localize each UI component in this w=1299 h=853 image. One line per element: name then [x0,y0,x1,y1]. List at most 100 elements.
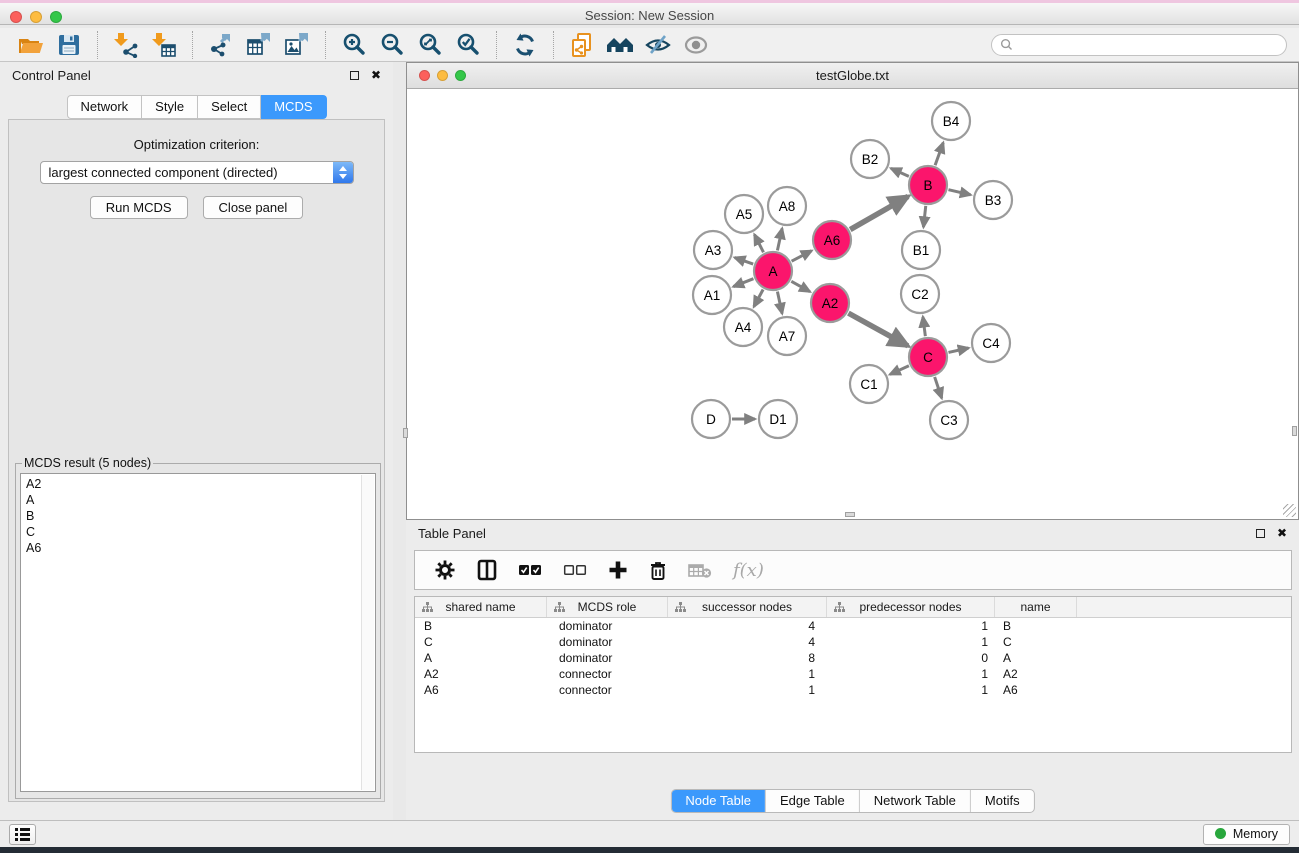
network-canvas[interactable]: B4B2BB3A8A5A6A3B1AA1C2A2A4A7C4CC1C3DD1 [407,90,1298,519]
close-panel-button[interactable]: Close panel [203,196,304,219]
zoom-out-icon[interactable] [377,31,407,59]
table-cell[interactable]: B [995,618,1077,634]
table-cell[interactable]: C [415,634,547,650]
table-cell[interactable]: dominator [547,650,668,666]
export-network-icon[interactable] [206,31,236,59]
scrollbar-track[interactable] [361,475,374,790]
graph-edge-A-A3[interactable] [735,258,753,264]
table-cell[interactable]: 8 [668,650,827,666]
graph-edge-B-B4[interactable] [935,143,943,166]
mcds-result-item[interactable]: C [26,524,370,540]
table-cell[interactable]: 1 [668,666,827,682]
graph-edge-A-A5[interactable] [754,234,763,252]
table-row[interactable]: A2connector11A2 [415,666,1291,682]
table-cell[interactable]: dominator [547,618,668,634]
refresh-layout-icon[interactable] [510,31,540,59]
table-cell[interactable]: A [995,650,1077,666]
float-panel-icon[interactable] [350,71,359,80]
table-row[interactable]: Cdominator41C [415,634,1291,650]
home-icon[interactable] [605,31,635,59]
graph-edge-A-A8[interactable] [777,228,782,250]
zoom-fit-icon[interactable] [415,31,445,59]
table-cell[interactable]: C [995,634,1077,650]
table-row[interactable]: A6connector11A6 [415,682,1291,698]
import-network-icon[interactable] [111,31,141,59]
column-header-shared-name[interactable]: shared name [415,597,547,617]
graph-edge-A2-C[interactable] [848,313,907,346]
delete-column-icon[interactable] [649,560,667,581]
graph-edge-C-C2[interactable] [923,317,925,336]
splitter-handle-bottom[interactable] [845,512,855,517]
graph-edge-C-C4[interactable] [948,348,968,352]
table-row[interactable]: Adominator80A [415,650,1291,666]
graph-edge-C-C3[interactable] [935,377,942,398]
table-cell[interactable]: 1 [827,682,995,698]
table-cell[interactable]: A [415,650,547,666]
resize-grip-icon[interactable] [1283,504,1296,517]
table-cell[interactable]: 1 [827,666,995,682]
import-table-icon[interactable] [149,31,179,59]
export-table-icon[interactable] [244,31,274,59]
graph-edge-B-B3[interactable] [948,190,970,195]
graph-edge-A6-B[interactable] [850,196,908,229]
search-field[interactable] [991,34,1287,56]
float-table-panel-icon[interactable] [1256,529,1265,538]
splitter-handle-right[interactable] [1292,426,1297,436]
column-header-predecessor-nodes[interactable]: predecessor nodes [827,597,995,617]
graph-edge-B-B2[interactable] [891,168,909,176]
tab-node-table[interactable]: Node Table [671,790,765,812]
table-cell[interactable]: connector [547,666,668,682]
table-cell[interactable]: dominator [547,634,668,650]
network-window-titlebar[interactable]: testGlobe.txt [407,63,1298,89]
search-input[interactable] [1013,38,1278,52]
table-cell[interactable]: A2 [995,666,1077,682]
mcds-result-item[interactable]: A [26,492,370,508]
tab-network-table[interactable]: Network Table [859,790,970,812]
network-graph[interactable]: B4B2BB3A8A5A6A3B1AA1C2A2A4A7C4CC1C3DD1 [407,90,1298,519]
tab-motifs[interactable]: Motifs [970,790,1034,812]
hide-glasses-icon[interactable] [643,31,673,59]
graph-edge-A-A7[interactable] [777,292,782,314]
graph-edge-A-A2[interactable] [791,281,810,291]
table-settings-icon[interactable] [434,559,456,581]
graph-edge-A-A4[interactable] [754,290,763,307]
table-cell[interactable]: B [415,618,547,634]
table-cell[interactable]: A6 [415,682,547,698]
table-cell[interactable]: 4 [668,634,827,650]
tab-edge-table[interactable]: Edge Table [765,790,859,812]
table-cell[interactable]: connector [547,682,668,698]
close-panel-icon[interactable]: ✖ [371,69,381,81]
criterion-select[interactable]: largest connected component (directed) [40,161,354,184]
select-all-checks-icon[interactable] [518,563,542,577]
tab-mcds[interactable]: MCDS [261,95,326,119]
splitter-handle-left[interactable] [403,428,408,438]
mcds-result-item[interactable]: A6 [26,540,370,556]
table-row[interactable]: Bdominator41B [415,618,1291,634]
mcds-result-item[interactable]: B [26,508,370,524]
graph-edge-C-C1[interactable] [890,366,909,375]
save-session-icon[interactable] [54,31,84,59]
tab-select[interactable]: Select [198,95,261,119]
tab-network[interactable]: Network [66,95,142,119]
table-cell[interactable]: 0 [827,650,995,666]
node-table[interactable]: shared nameMCDS rolesuccessor nodesprede… [414,596,1292,753]
zoom-in-icon[interactable] [339,31,369,59]
show-columns-icon[interactable] [477,559,497,581]
deselect-all-checks-icon[interactable] [563,563,587,577]
graph-edge-A-A6[interactable] [792,251,812,262]
graph-edge-A-A1[interactable] [733,279,753,287]
table-cell[interactable]: A2 [415,666,547,682]
mcds-result-item[interactable]: A2 [26,476,370,492]
close-table-panel-icon[interactable]: ✖ [1277,527,1287,539]
column-header-MCDS-role[interactable]: MCDS role [547,597,668,617]
table-cell[interactable]: 1 [827,634,995,650]
task-history-button[interactable] [9,824,36,845]
column-header-successor-nodes[interactable]: successor nodes [668,597,827,617]
create-column-icon[interactable] [608,560,628,580]
table-cell[interactable]: 1 [668,682,827,698]
mcds-result-list[interactable]: A2ABCA6 [20,473,376,792]
export-image-icon[interactable] [282,31,312,59]
column-header-name[interactable]: name [995,597,1077,617]
run-mcds-button[interactable]: Run MCDS [90,196,188,219]
open-session-icon[interactable] [16,31,46,59]
